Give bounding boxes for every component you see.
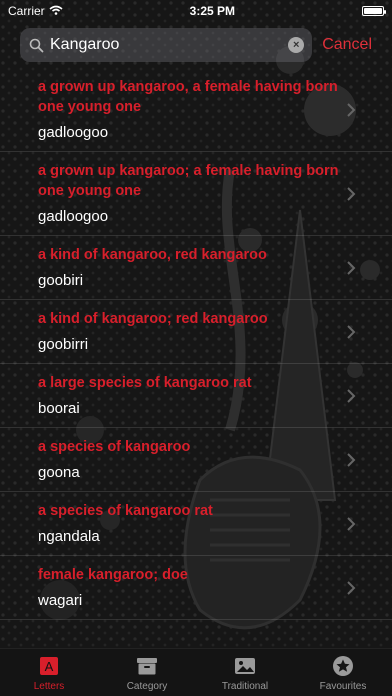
list-item[interactable]: a kind of kangaroo; red kangaroo goobirr… <box>0 300 392 364</box>
tab-traditional[interactable]: Traditional <box>196 649 294 696</box>
english-definition: a kind of kangaroo, red kangaroo <box>38 247 267 263</box>
tab-label: Traditional <box>221 681 269 692</box>
tab-label: Letters <box>33 681 65 692</box>
aboriginal-word: gadloogoo <box>38 124 109 141</box>
battery-icon <box>362 6 386 16</box>
chevron-right-icon <box>347 388 356 403</box>
search-input[interactable] <box>50 36 283 54</box>
english-definition: a grown up kangaroo, a female having bor… <box>38 79 338 115</box>
tab-label: Favourites <box>319 681 367 692</box>
list-item[interactable]: a large species of kangaroo rat boorai <box>0 364 392 428</box>
tab-category[interactable]: Category <box>98 649 196 696</box>
archive-box-icon <box>136 655 158 677</box>
search-row: × Cancel <box>0 28 392 62</box>
tab-favourites[interactable]: Favourites <box>294 649 392 696</box>
list-item[interactable]: a species of kangaroo rat ngandala <box>0 492 392 556</box>
english-definition: a kind of kangaroo; red kangaroo <box>38 311 268 327</box>
list-item[interactable]: a grown up kangaroo; a female having bor… <box>0 152 392 236</box>
status-left: Carrier <box>8 4 63 18</box>
aboriginal-word: goobirri <box>38 336 89 353</box>
aboriginal-word: gadloogoo <box>38 208 109 225</box>
star-circle-icon <box>332 655 354 677</box>
chevron-right-icon <box>347 186 356 201</box>
chevron-right-icon <box>347 452 356 467</box>
carrier-label: Carrier <box>8 4 45 18</box>
letter-a-icon: A <box>38 655 60 677</box>
wifi-icon <box>49 4 63 18</box>
english-definition: a species of kangaroo <box>38 439 191 455</box>
tab-label: Category <box>126 681 168 692</box>
results-list: a grown up kangaroo, a female having bor… <box>0 68 392 648</box>
tab-letters[interactable]: A Letters <box>0 649 98 696</box>
english-definition: female kangaroo; doe <box>38 567 188 583</box>
tab-bar: A Letters Category Traditional Favourite… <box>0 648 392 696</box>
aboriginal-word: goobiri <box>38 272 84 289</box>
status-right <box>362 6 386 16</box>
list-item[interactable]: a species of kangaroo goona <box>0 428 392 492</box>
chevron-right-icon <box>347 516 356 531</box>
english-definition: a grown up kangaroo; a female having bor… <box>38 163 339 199</box>
chevron-right-icon <box>347 102 356 117</box>
chevron-right-icon <box>347 580 356 595</box>
chevron-right-icon <box>347 324 356 339</box>
cancel-button[interactable]: Cancel <box>322 36 372 54</box>
svg-text:A: A <box>45 659 54 674</box>
status-bar: Carrier 3:25 PM <box>0 0 392 22</box>
chevron-right-icon <box>347 260 356 275</box>
aboriginal-word: goona <box>38 464 80 481</box>
photo-icon <box>234 655 256 677</box>
list-item[interactable]: female kangaroo; doe wagari <box>0 556 392 620</box>
list-item[interactable]: a grown up kangaroo, a female having bor… <box>0 68 392 152</box>
english-definition: a species of kangaroo rat <box>38 503 213 519</box>
status-time: 3:25 PM <box>189 4 236 18</box>
search-icon <box>28 37 44 53</box>
aboriginal-word: wagari <box>38 592 83 609</box>
aboriginal-word: ngandala <box>38 528 100 545</box>
english-definition: a large species of kangaroo rat <box>38 375 252 391</box>
search-box[interactable]: × <box>20 28 313 62</box>
aboriginal-word: boorai <box>38 400 80 417</box>
clear-icon[interactable]: × <box>288 37 305 53</box>
list-item[interactable]: a kind of kangaroo, red kangaroo goobiri <box>0 236 392 300</box>
